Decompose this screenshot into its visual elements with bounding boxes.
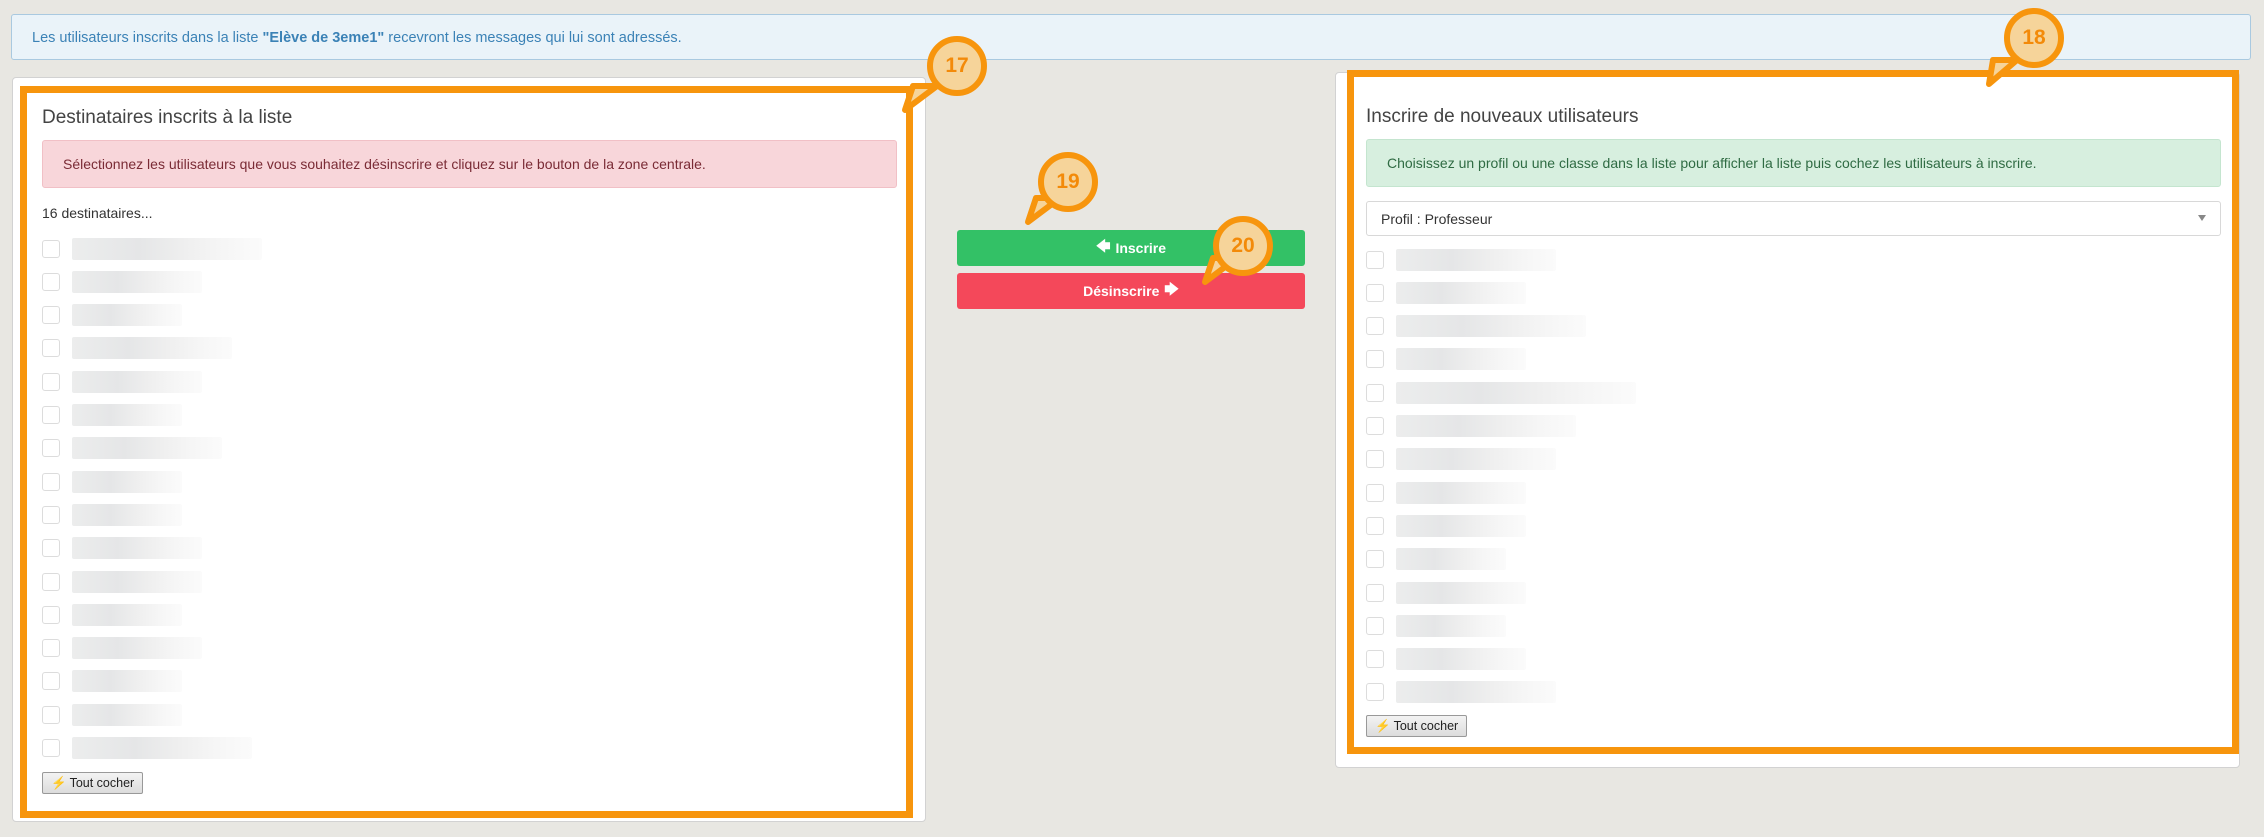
callout-18: 18 [2004, 8, 2064, 68]
unsubscribe-label: Désinscrire [1083, 283, 1160, 299]
info-banner: Les utilisateurs inscrits dans la liste … [11, 14, 2251, 60]
info-list-name: "Elève de 3eme1" [262, 30, 385, 46]
callout-19-label: 19 [1056, 170, 1080, 193]
callout-17-label: 17 [945, 54, 969, 77]
subscribe-label: Inscrire [1115, 240, 1167, 256]
callout-18-label: 18 [2022, 26, 2046, 49]
arrow-left-icon: 🡄 [1095, 238, 1111, 254]
callout-17: 17 [927, 36, 987, 96]
callout-19: 19 [1038, 152, 1098, 212]
callout-20: 20 [1213, 216, 1273, 276]
info-prefix: Les utilisateurs inscrits dans la liste [32, 30, 263, 46]
callout-frame-left [20, 86, 913, 818]
arrow-right-icon: 🡆 [1164, 281, 1179, 297]
callout-20-label: 20 [1231, 234, 1255, 257]
info-suffix: recevront les messages qui lui sont adre… [384, 30, 682, 46]
callout-frame-right [1347, 70, 2239, 754]
